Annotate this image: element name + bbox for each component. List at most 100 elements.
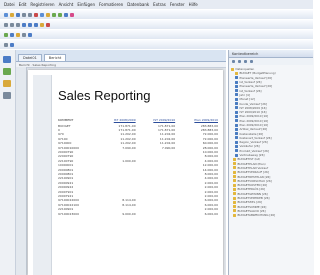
table-cell <box>136 212 176 216</box>
cut-icon[interactable] <box>34 12 38 17</box>
sort-icon[interactable] <box>16 32 20 37</box>
standard-toolbar <box>0 10 313 19</box>
folder-icon <box>233 205 236 209</box>
tree-item-label: BUDGETABWEICHUNG [26] <box>237 213 276 218</box>
dimension-icon <box>235 140 238 144</box>
folder-icon <box>233 187 236 191</box>
preview-icon[interactable] <box>28 12 32 17</box>
table-cell: 6.000,00 <box>204 211 218 216</box>
menu-item[interactable]: Datei <box>4 2 15 7</box>
dimension-icon <box>235 144 238 148</box>
dimension-icon <box>235 123 238 127</box>
refresh-icon[interactable] <box>4 32 8 37</box>
menu-item[interactable]: Formatieren <box>99 2 123 7</box>
folder-icon <box>233 170 236 174</box>
tab-bericht[interactable]: Bericht <box>43 54 67 61</box>
menu-item[interactable]: Registrieren <box>30 2 54 7</box>
chart-icon[interactable] <box>70 12 74 17</box>
row-label-column <box>33 75 52 275</box>
table-row: 97100023000 9.000,00 6.000,00 <box>58 212 218 216</box>
menu-item[interactable]: Einfügen <box>77 2 95 7</box>
dimension-icon <box>235 119 238 123</box>
dimension-icon <box>235 149 238 153</box>
folder-icon <box>233 209 236 213</box>
menu-item[interactable]: Hilfe <box>189 2 198 7</box>
menu-item[interactable]: Fenster <box>170 2 185 7</box>
folder-icon <box>233 166 236 170</box>
font-color-icon[interactable] <box>46 22 50 27</box>
folder-icon <box>231 67 234 71</box>
help-icon[interactable] <box>10 42 14 47</box>
navigator-icon[interactable] <box>3 56 11 63</box>
align-center-icon[interactable] <box>10 22 14 27</box>
folder-icon <box>233 192 236 196</box>
save-icon[interactable] <box>16 12 20 17</box>
menu-item[interactable]: Ansicht <box>59 2 74 7</box>
context-panel-toolbar <box>229 58 313 65</box>
highlight-icon[interactable] <box>40 22 44 27</box>
dimension-icon <box>235 106 238 110</box>
dimension-icon <box>235 136 238 140</box>
new-icon[interactable] <box>4 12 8 17</box>
align-right-icon[interactable] <box>16 22 20 27</box>
paste-icon[interactable] <box>46 12 50 17</box>
dimension-icon <box>235 114 238 118</box>
report-toolbar <box>0 30 313 39</box>
document-tabs: Datei01 Bericht <box>16 50 226 62</box>
open-icon[interactable] <box>10 12 14 17</box>
context-panel-header: Kontextbereich <box>229 50 313 58</box>
menu-item[interactable]: Edit <box>19 2 27 7</box>
vertical-ruler <box>16 67 27 275</box>
folder-icon[interactable] <box>3 80 11 87</box>
tab-datei01[interactable]: Datei01 <box>18 54 42 61</box>
extra-toolbar <box>0 40 313 49</box>
settings-icon[interactable] <box>4 42 8 47</box>
dimension-icon <box>235 97 238 101</box>
context-panel-title: Kontextbereich <box>232 51 259 56</box>
folder-icon <box>233 196 236 200</box>
undo-icon[interactable] <box>52 12 56 17</box>
tree-item[interactable]: BUDGETABWEICHUNG [26] <box>229 213 313 217</box>
folder-icon <box>233 213 236 217</box>
folder-icon <box>235 71 238 75</box>
folder-icon <box>233 183 236 187</box>
folder-icon <box>233 157 236 161</box>
properties-icon[interactable] <box>3 92 11 99</box>
table-icon[interactable] <box>64 12 68 17</box>
dimension-icon <box>235 80 238 84</box>
underline-icon[interactable] <box>34 22 38 27</box>
bold-icon[interactable] <box>22 22 26 27</box>
dimension-icon <box>235 84 238 88</box>
report-table: KOMMENT IST 2008/2009 IST 2009/2010 Plan 20… <box>58 118 218 216</box>
dimension-icon <box>235 89 238 93</box>
datasource-icon[interactable] <box>3 68 11 75</box>
dimension-icon <box>235 132 238 136</box>
table-cell: 9.000,00 <box>122 211 136 216</box>
folder-icon <box>233 175 236 179</box>
align-left-icon[interactable] <box>4 22 8 27</box>
italic-icon[interactable] <box>28 22 32 27</box>
document-header: Bericht · Sales Reporting <box>16 62 226 68</box>
menu-item[interactable]: Extras <box>153 2 166 7</box>
format-toolbar <box>0 20 313 29</box>
dimension-icon <box>235 76 238 80</box>
redo-icon[interactable] <box>58 12 62 17</box>
dimension-icon <box>235 93 238 97</box>
expand-icon[interactable] <box>232 60 235 63</box>
menu-bar: Datei Edit Registrieren Ansicht Einfügen Form… <box>0 0 313 9</box>
refresh-icon[interactable] <box>250 60 253 63</box>
menu-item[interactable]: Datenbank <box>127 2 149 7</box>
folder-icon <box>233 162 236 166</box>
collapse-icon[interactable] <box>238 60 241 63</box>
table-cell: 97100023000 <box>58 211 79 216</box>
dimension-icon <box>235 153 238 157</box>
search-icon[interactable] <box>244 60 247 63</box>
print-icon[interactable] <box>22 12 26 17</box>
filter-icon[interactable] <box>10 32 14 37</box>
report-title: Sales Reporting <box>58 88 151 103</box>
dimension-icon <box>235 110 238 114</box>
copy-icon[interactable] <box>40 12 44 17</box>
export-icon[interactable] <box>28 32 32 37</box>
left-tool-strip <box>0 50 16 275</box>
zoom-icon[interactable] <box>22 32 26 37</box>
